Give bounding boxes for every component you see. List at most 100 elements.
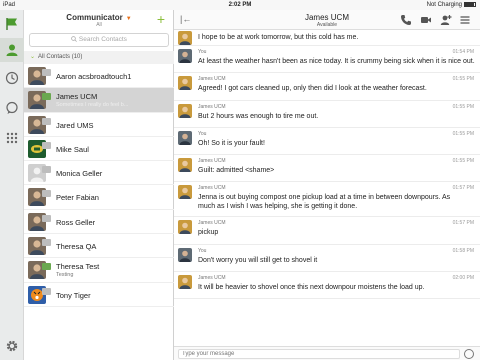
- chat-header: |← James UCM Available: [174, 10, 480, 30]
- message-timestamp: 02:00 PM: [452, 275, 474, 282]
- message-timestamp: 01:55 PM: [452, 76, 474, 83]
- contact-row[interactable]: Jared UMS: [24, 113, 174, 137]
- presence-flag-icon: [42, 287, 51, 295]
- contacts-header: Communicator ▼ All +: [24, 10, 173, 30]
- contact-row[interactable]: Peter Fabian: [24, 185, 174, 210]
- add-contact-icon[interactable]: +: [157, 12, 165, 26]
- contacts-nav-icon[interactable]: [0, 38, 24, 62]
- avatar: [178, 185, 192, 200]
- contact-row[interactable]: Monica Geller: [24, 161, 174, 186]
- video-call-icon[interactable]: [420, 14, 432, 26]
- avatar: [178, 31, 192, 45]
- avatar: [178, 49, 192, 63]
- message-input[interactable]: [178, 349, 460, 359]
- message-text: Agreed! I got cars cleaned up, only then…: [198, 85, 427, 93]
- presence-flag-icon: [42, 166, 51, 174]
- message-row: James UCM 01:55 PM Guilt: admitted <shame>: [174, 155, 480, 183]
- message-sender: James UCM: [198, 220, 226, 227]
- presence-flag-icon: [42, 190, 51, 198]
- contacts-title-dropdown[interactable]: Communicator ▼: [24, 13, 174, 22]
- message-row: You 01:58 PM Don't worry you will still ge…: [174, 245, 480, 273]
- flag-logo-icon: [0, 12, 24, 36]
- contact-name: Monica Geller: [56, 169, 103, 179]
- message-row: I hope to be at work tomorrow, but this …: [174, 30, 480, 46]
- avatar: [178, 103, 192, 118]
- message-sender: James UCM: [198, 275, 226, 282]
- add-participant-icon[interactable]: [440, 14, 452, 26]
- avatar: [178, 76, 192, 91]
- contact-status-text: Testing: [56, 272, 74, 279]
- messages-nav-icon[interactable]: [0, 96, 24, 120]
- message-text: At least the weather hasn't been as nice…: [198, 58, 475, 65]
- message-row: You 01:55 PM Oh! So it is your fault!: [174, 128, 480, 156]
- battery-icon: [464, 1, 476, 7]
- message-text: But 2 hours was enough to tire me out.: [198, 112, 319, 120]
- presence-flag-icon: [42, 69, 51, 76]
- message-text: Oh! So it is your fault!: [198, 139, 265, 147]
- message-text: Guilt: admitted <shame>: [198, 167, 275, 175]
- message-sender: You: [198, 130, 207, 137]
- message-sender: James UCM: [198, 185, 226, 192]
- contacts-filter-label: All: [96, 22, 102, 28]
- contact-row[interactable]: James UCM Sometimes I really do feel b...: [24, 88, 174, 113]
- settings-gear-icon[interactable]: [0, 334, 24, 358]
- menu-icon[interactable]: [459, 14, 471, 26]
- contact-row[interactable]: Mike Saul: [24, 137, 174, 162]
- contact-row[interactable]: Aaron acsbroadtouch1: [24, 64, 174, 89]
- contact-row[interactable]: Theresa QA: [24, 234, 174, 259]
- message-timestamp: 01:57 PM: [452, 185, 474, 192]
- presence-status: Available: [316, 22, 338, 28]
- message-sender: You: [198, 49, 207, 55]
- avatar: [178, 130, 192, 145]
- contact-name: Theresa Test: [56, 262, 100, 272]
- presence-flag-icon: [42, 117, 51, 125]
- phone-call-icon[interactable]: [400, 14, 412, 26]
- dialpad-nav-icon[interactable]: [0, 126, 24, 150]
- presence-flag-icon: [42, 214, 51, 222]
- ios-status-bar: iPad 2:02 PM Not Charging: [0, 0, 480, 10]
- emoji-icon[interactable]: [464, 349, 474, 359]
- message-list: I hope to be at work tomorrow, but this …: [174, 30, 480, 346]
- presence-flag-icon: [42, 141, 51, 149]
- message-sender: James UCM: [198, 103, 226, 110]
- history-nav-icon[interactable]: [0, 66, 24, 90]
- message-text: I hope to be at work tomorrow, but this …: [198, 34, 359, 41]
- message-timestamp: 01:55 PM: [452, 158, 474, 165]
- contact-row[interactable]: Ross Geller: [24, 210, 174, 235]
- chevron-down-icon: ⌄: [30, 54, 36, 60]
- message-row: James UCM 01:57 PM Jenna is out buying com…: [174, 182, 480, 218]
- chat-contact-name: James UCM: [304, 13, 349, 22]
- contact-name: Aaron acsbroadtouch1: [56, 72, 132, 81]
- contact-status-text: Sometimes I really do feel b...: [56, 102, 129, 109]
- contact-name: Tony Tiger: [56, 290, 91, 300]
- avatar: [178, 247, 192, 262]
- contact-list: Aaron acsbroadtouch1 James UCM Sometimes I…: [24, 64, 174, 307]
- contact-name: Jared UMS: [56, 120, 94, 130]
- avatar: [178, 275, 192, 290]
- app-nav-rail: [0, 10, 24, 360]
- message-text: It will be heavier to shovel once this n…: [198, 284, 425, 292]
- clock: 2:02 PM: [228, 2, 252, 8]
- presence-flag-icon: [42, 93, 51, 101]
- avatar: [178, 158, 192, 173]
- message-sender: You: [198, 247, 207, 254]
- contact-group-header[interactable]: ⌄ All Contacts (10): [24, 51, 174, 64]
- contact-row[interactable]: Theresa Test Testing: [24, 258, 174, 283]
- message-text: Don't worry you will still get to shovel…: [198, 256, 318, 264]
- message-row: James UCM 02:00 PM It will be heavier to s…: [174, 272, 480, 300]
- message-row: You 01:54 PM At least the weather hasn't b…: [174, 46, 480, 74]
- message-row: James UCM 01:57 PM pickup: [174, 217, 480, 245]
- message-sender: James UCM: [198, 76, 226, 83]
- contact-row[interactable]: Tony Tiger: [24, 283, 174, 307]
- message-timestamp: 01:55 PM: [452, 103, 474, 110]
- contacts-panel: Communicator ▼ All + Search Contacts ⌄ All…: [24, 10, 174, 360]
- message-timestamp: 01:54 PM: [452, 49, 474, 55]
- message-row: James UCM 01:55 PM Agreed! I got cars clea…: [174, 73, 480, 101]
- contact-name: Mike Saul: [56, 144, 89, 154]
- search-contacts-input[interactable]: Search Contacts: [29, 33, 169, 47]
- battery-status: Not Charging: [427, 0, 476, 10]
- message-sender: James UCM: [198, 158, 226, 165]
- presence-flag-icon: [42, 239, 51, 247]
- contact-name: Peter Fabian: [56, 193, 99, 203]
- chat-panel: |← James UCM Available I hope to be at w…: [174, 10, 480, 360]
